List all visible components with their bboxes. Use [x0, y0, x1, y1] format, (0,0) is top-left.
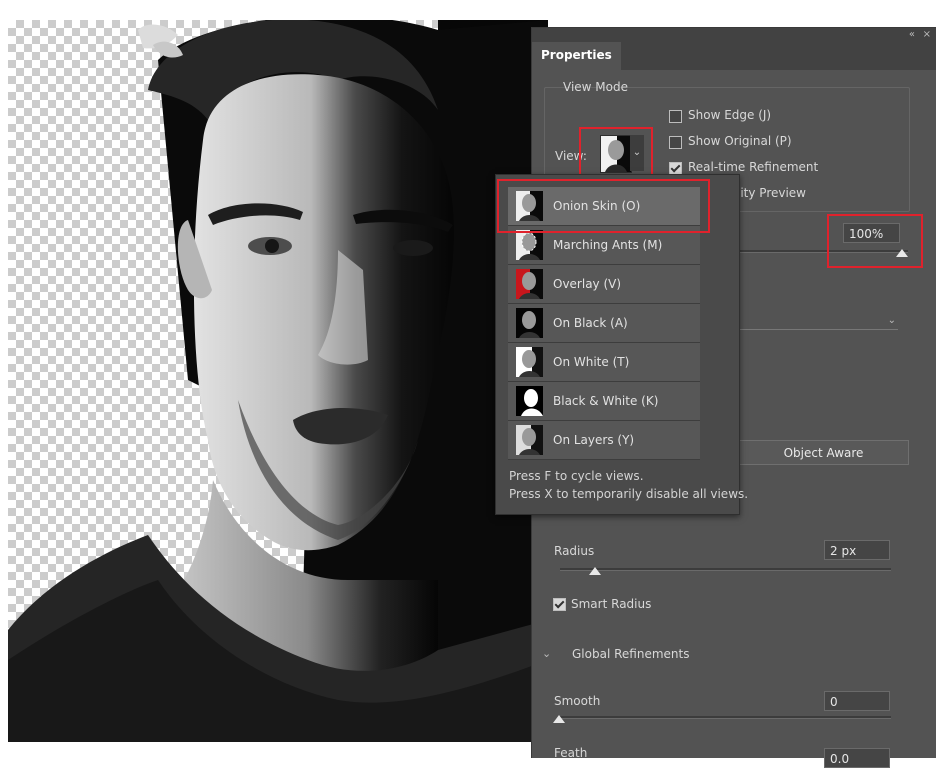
black-white-thumbnail-icon: [516, 386, 543, 416]
collapse-panel-icon[interactable]: «: [909, 28, 915, 42]
show-original-checkbox[interactable]: [669, 136, 682, 149]
menu-item-on-layers[interactable]: On Layers (Y): [508, 421, 700, 460]
smooth-slider-knob[interactable]: [553, 715, 565, 723]
radius-field[interactable]: 2 px: [824, 540, 890, 560]
cycle-views-hint: Press F to cycle views.: [509, 469, 644, 483]
close-panel-icon[interactable]: ×: [923, 28, 931, 42]
smart-radius-label: Smart Radius: [571, 597, 652, 611]
show-edge-checkbox[interactable]: [669, 110, 682, 123]
smooth-slider[interactable]: [560, 716, 891, 719]
menu-item-label: On Layers (Y): [553, 433, 635, 447]
on-black-thumbnail-icon: [516, 308, 543, 338]
menu-item-black-white[interactable]: Black & White (K): [508, 382, 700, 421]
layer-dropdown[interactable]: ⌄: [738, 315, 898, 330]
disable-views-hint: Press X to temporarily disable all views…: [509, 487, 749, 501]
menu-item-label: Black & White (K): [553, 394, 659, 408]
show-original-label: Show Original (P): [688, 134, 792, 148]
radius-label: Radius: [554, 544, 595, 558]
panel-tab-bar: Properties: [532, 42, 936, 70]
highlight-opacity: [827, 214, 923, 268]
document-canvas[interactable]: [8, 20, 548, 742]
view-mode-label: View Mode: [563, 80, 628, 94]
feather-label: Feath: [554, 746, 588, 760]
object-aware-button[interactable]: Object Aware: [738, 440, 909, 465]
radius-slider-knob[interactable]: [589, 567, 601, 575]
smooth-field[interactable]: 0: [824, 691, 890, 711]
smooth-label: Smooth: [554, 694, 601, 708]
menu-item-on-black[interactable]: On Black (A): [508, 304, 700, 343]
dropdown-chevron-icon: ⌄: [887, 315, 896, 326]
tab-properties[interactable]: Properties: [532, 42, 621, 70]
global-refinements-chevron-icon[interactable]: ⌄: [542, 647, 551, 660]
on-white-thumbnail-icon: [516, 347, 543, 377]
quality-preview-label: lity Preview: [737, 186, 806, 200]
marching-ants-thumbnail-icon: [516, 230, 543, 260]
panel-header: « ×: [532, 28, 936, 42]
canvas-bottom-strip: [0, 742, 540, 757]
radius-slider[interactable]: [560, 568, 891, 571]
global-refinements-label[interactable]: Global Refinements: [572, 647, 689, 661]
menu-item-on-white[interactable]: On White (T): [508, 343, 700, 382]
menu-item-label: On Black (A): [553, 316, 628, 330]
portrait-photo: [8, 20, 548, 742]
menu-item-label: On White (T): [553, 355, 630, 369]
highlight-view-selector: [579, 127, 653, 177]
menu-item-overlay[interactable]: Overlay (V): [508, 265, 700, 304]
smart-radius-checkbox[interactable]: [553, 598, 566, 611]
feather-field[interactable]: 0.0: [824, 748, 890, 768]
menu-item-label: Overlay (V): [553, 277, 622, 291]
realtime-refinement-label: Real-time Refinement: [688, 160, 819, 174]
show-edge-label: Show Edge (J): [688, 108, 772, 122]
overlay-thumbnail-icon: [516, 269, 543, 299]
highlight-onion-skin: [497, 179, 710, 233]
on-layers-thumbnail-icon: [516, 425, 543, 455]
